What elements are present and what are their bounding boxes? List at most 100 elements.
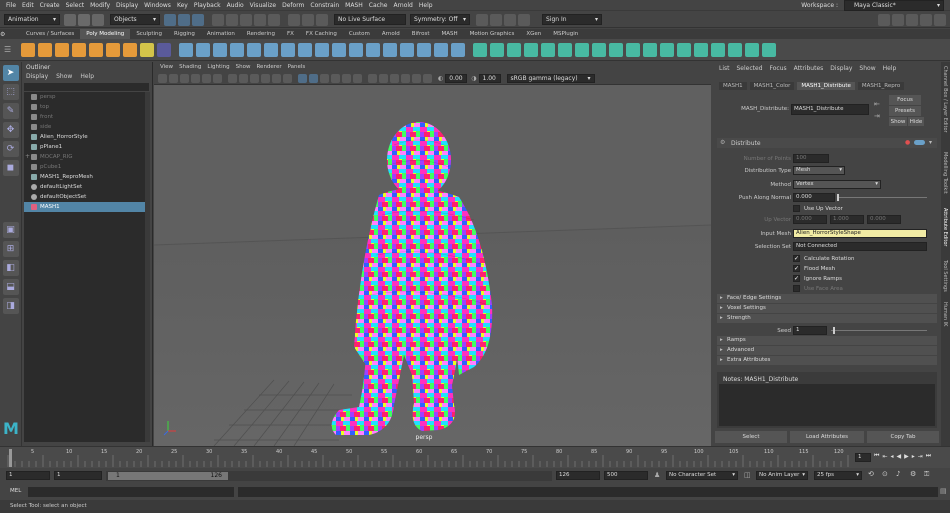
step-forward-key-icon[interactable]: ⇥ <box>918 453 923 460</box>
ae-menu-help[interactable]: Help <box>883 65 897 72</box>
auto-key-icon[interactable]: ⊙ <box>882 470 888 478</box>
edge-loop-icon[interactable] <box>400 42 414 57</box>
move-tool-icon[interactable]: ✥ <box>2 122 19 138</box>
shelf-options-icon[interactable]: ☰ <box>4 45 18 54</box>
mash-orient-icon[interactable] <box>728 42 742 57</box>
outliner-item-side[interactable]: side <box>24 122 145 132</box>
outliner-item-persp[interactable]: persp <box>24 92 145 102</box>
four-view-layout-icon[interactable]: ⊞ <box>2 241 19 257</box>
command-input[interactable] <box>28 487 234 497</box>
snap-curve-icon[interactable] <box>226 13 238 26</box>
ipr-render-icon[interactable] <box>490 13 502 26</box>
select-object-icon[interactable] <box>178 13 190 26</box>
svg-icon[interactable] <box>157 42 171 57</box>
ae-node-name-field[interactable]: MASH1_Distribute <box>791 104 869 115</box>
menu-edit[interactable]: Edit <box>22 2 34 9</box>
copy-tab-button[interactable]: Copy Tab <box>867 431 939 443</box>
shelf-tab[interactable]: Arnold <box>376 29 406 39</box>
anim-layer-dropdown[interactable]: No Anim Layer ▾ <box>756 471 808 480</box>
input-ops-icon[interactable] <box>288 13 300 26</box>
poly-cone-icon[interactable] <box>72 42 86 57</box>
poly-cylinder-icon[interactable] <box>55 42 69 57</box>
mash-spring-icon[interactable] <box>762 42 776 57</box>
shelf-gear-icon[interactable]: ⚙ <box>0 31 20 38</box>
ae-menu-display[interactable]: Display <box>830 65 852 72</box>
human-ik-tab[interactable]: Human IK <box>942 302 948 326</box>
outliner-menu-show[interactable]: Show <box>56 73 72 80</box>
poly-cube-icon[interactable] <box>38 42 52 57</box>
menu-create[interactable]: Create <box>40 2 60 9</box>
attribute-editor-toggle-icon[interactable] <box>906 13 918 26</box>
menu-mash[interactable]: MASH <box>345 2 363 9</box>
audio-icon[interactable]: ♪ <box>896 470 900 478</box>
merge-icon[interactable] <box>349 42 363 57</box>
shelf-tab[interactable]: Rigging <box>168 29 201 39</box>
lasso-tool-icon[interactable]: ⬚ <box>2 84 19 100</box>
face-edge-settings-section[interactable]: Face/ Edge Settings <box>717 294 937 303</box>
workspace-dropdown[interactable]: Maya Classic* ▾ <box>844 0 944 11</box>
hypershade-icon[interactable] <box>518 13 530 26</box>
use-up-vector-checkbox[interactable]: Use Up Vector <box>793 205 843 212</box>
notes-textarea[interactable] <box>719 384 935 426</box>
channel-box-toggle-icon[interactable] <box>934 13 946 26</box>
safe-action-icon[interactable] <box>283 73 292 83</box>
calculate-rotation-checkbox[interactable]: ✓ Calculate Rotation <box>793 255 854 262</box>
shelf-tab[interactable]: MSPlugin <box>547 29 584 39</box>
snap-grid-icon[interactable] <box>212 13 224 26</box>
select-component-icon[interactable] <box>192 13 204 26</box>
vp-menu-lighting[interactable]: Lighting <box>207 64 229 70</box>
presets-button[interactable]: Presets <box>889 106 921 116</box>
number-of-points-field[interactable]: 100 <box>793 154 829 163</box>
bridge-icon[interactable] <box>281 42 295 57</box>
voxel-settings-section[interactable]: Voxel Settings <box>717 304 937 313</box>
menu-set-dropdown[interactable]: Animation ▾ <box>4 14 60 25</box>
range-slider-handle[interactable]: 1 126 <box>108 472 228 480</box>
mash-world-icon[interactable] <box>660 42 674 57</box>
menu-arnold[interactable]: Arnold <box>393 2 412 9</box>
up-vector-y-field[interactable]: 1.000 <box>830 215 864 224</box>
node-input-icon[interactable]: ⇤ <box>874 100 880 108</box>
outliner-item-mash1[interactable]: MASH1 <box>24 202 145 212</box>
command-language-label[interactable]: MEL <box>10 488 21 494</box>
mash-create-icon[interactable] <box>473 42 487 57</box>
ae-tab[interactable]: MASH1_Repro <box>857 82 905 90</box>
range-slider[interactable]: 1 126 <box>106 471 552 481</box>
menu-playback[interactable]: Playback <box>194 2 221 9</box>
grease-pencil-icon[interactable] <box>213 73 222 83</box>
insert-loop-icon[interactable] <box>434 42 448 57</box>
current-frame-marker[interactable] <box>9 449 12 467</box>
loop-icon[interactable]: ⟲ <box>868 470 874 478</box>
field-chart-icon[interactable] <box>272 73 281 83</box>
menu-modify[interactable]: Modify <box>90 2 110 9</box>
ae-menu-attributes[interactable]: Attributes <box>794 65 824 72</box>
scale-tool-icon[interactable]: ◼ <box>2 160 19 176</box>
motion-blur-icon[interactable] <box>379 73 388 83</box>
snap-view-plane-icon[interactable] <box>254 13 266 26</box>
extra-attributes-section[interactable]: Extra Attributes <box>717 356 937 365</box>
menu-cache[interactable]: Cache <box>369 2 388 9</box>
script-editor-icon[interactable]: ▤ <box>940 487 947 495</box>
selection-set-field[interactable]: Not Connected <box>793 242 927 251</box>
seed-slider-handle[interactable] <box>833 327 835 334</box>
outliner-search-input[interactable] <box>24 83 149 91</box>
delete-node-icon[interactable]: ● <box>905 139 910 146</box>
poly-plane-icon[interactable] <box>106 42 120 57</box>
flood-mesh-checkbox[interactable]: ✓ Flood Mesh <box>793 265 835 272</box>
mash-random-icon[interactable] <box>541 42 555 57</box>
shadows-icon[interactable] <box>353 73 362 83</box>
vp-menu-shading[interactable]: Shading <box>179 64 201 70</box>
outliner-item-default-light-set[interactable]: defaultLightSet <box>24 182 145 192</box>
ignore-ramps-checkbox[interactable]: ✓ Ignore Ramps <box>793 275 842 282</box>
show-button[interactable]: Show <box>889 117 907 126</box>
fps-dropdown[interactable]: 25 fps ▾ <box>814 471 862 480</box>
outliner-item-default-object-set[interactable]: defaultObjectSet <box>24 192 145 202</box>
playback-end-field[interactable]: 126 <box>556 471 600 480</box>
select-camera-icon[interactable] <box>158 73 167 83</box>
film-gate-icon[interactable] <box>239 73 248 83</box>
menu-audio[interactable]: Audio <box>227 2 244 9</box>
tool-settings-toggle-icon[interactable] <box>920 13 932 26</box>
node-output-icon[interactable]: ⇥ <box>874 112 880 120</box>
shelf-tab[interactable]: FX <box>281 29 300 39</box>
mash-influence-icon[interactable] <box>711 42 725 57</box>
gamma-field[interactable]: 1.00 <box>478 73 501 83</box>
